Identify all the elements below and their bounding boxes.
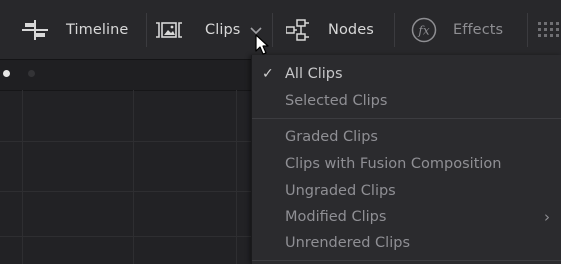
- toolbar-divider: [272, 13, 273, 47]
- mouse-cursor-icon: [255, 34, 269, 55]
- timeline-marker-dot[interactable]: [3, 70, 10, 77]
- clips-button[interactable]: Clips: [155, 0, 263, 59]
- clips-filter-menu: ✓ All Clips Selected Clips Graded Clips …: [251, 55, 561, 264]
- menu-item-all-clips[interactable]: ✓ All Clips: [252, 62, 561, 86]
- chevron-right-icon: ›: [544, 208, 550, 226]
- menu-item-clips-with-fusion-composition[interactable]: Clips with Fusion Composition: [252, 152, 561, 176]
- menu-item-unrendered-clips[interactable]: Unrendered Clips: [252, 231, 561, 255]
- toolbar-divider: [146, 13, 147, 47]
- toolbar-divider: [394, 13, 395, 47]
- nodes-button[interactable]: Nodes: [286, 0, 374, 59]
- grid-line: [236, 90, 237, 264]
- timeline-icon: [22, 19, 48, 40]
- menu-item-graded-clips[interactable]: Graded Clips: [252, 125, 561, 149]
- grid-icon: [538, 21, 559, 37]
- effects-button[interactable]: fx Effects: [411, 0, 503, 59]
- menu-item-modified-clips[interactable]: Modified Clips ›: [252, 205, 561, 229]
- clips-label: Clips: [205, 21, 241, 38]
- menu-item-label: Unrendered Clips: [285, 235, 410, 251]
- menu-item-label: Ungraded Clips: [285, 183, 396, 199]
- nodes-label: Nodes: [328, 21, 374, 38]
- grid-line: [0, 236, 251, 237]
- timeline-marker-dot[interactable]: [28, 70, 35, 77]
- toolbar-divider: [527, 13, 528, 47]
- menu-item-label: Selected Clips: [285, 93, 388, 109]
- grid-line: [0, 191, 251, 192]
- clips-icon: [156, 21, 182, 38]
- page-toolbar: Timeline Clips Nodes fx Effects: [0, 0, 561, 60]
- menu-item-label: Modified Clips: [285, 209, 387, 225]
- grid-line: [0, 141, 251, 142]
- menu-item-label: Graded Clips: [285, 129, 378, 145]
- menu-item-label: All Clips: [285, 66, 343, 82]
- timeline-button[interactable]: Timeline: [22, 0, 128, 59]
- effects-label: Effects: [453, 21, 504, 38]
- nodes-icon: [286, 18, 309, 41]
- svg-text:fx: fx: [417, 23, 429, 37]
- menu-divider: [252, 118, 561, 119]
- menu-item-ungraded-clips[interactable]: Ungraded Clips: [252, 179, 561, 203]
- check-icon: ✓: [262, 66, 274, 82]
- menu-divider: [252, 260, 561, 261]
- grid-button[interactable]: [538, 0, 561, 59]
- fx-icon: fx: [411, 17, 437, 42]
- timeline-label: Timeline: [66, 21, 129, 38]
- grid-line: [133, 90, 134, 264]
- menu-item-label: Clips with Fusion Composition: [285, 156, 502, 172]
- grid-line: [22, 90, 23, 264]
- menu-item-selected-clips[interactable]: Selected Clips: [252, 89, 561, 113]
